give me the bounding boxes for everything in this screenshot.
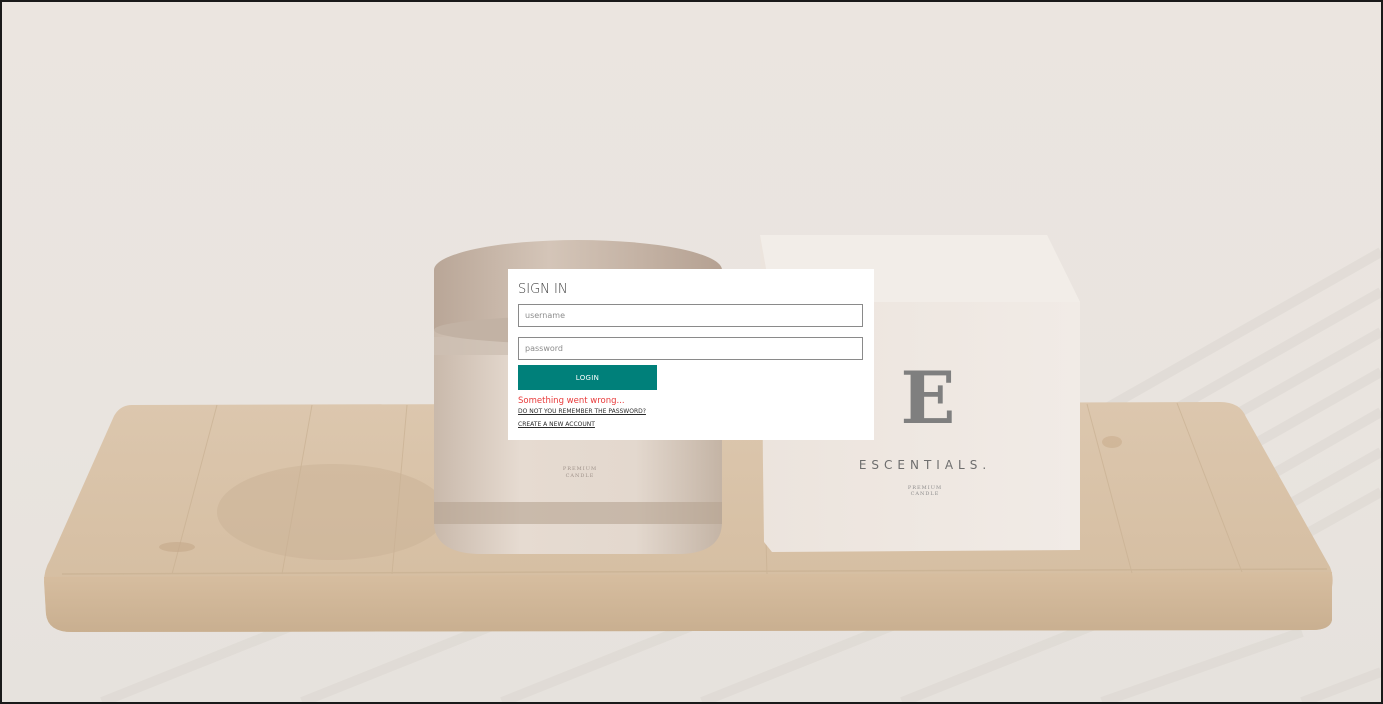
password-input[interactable] xyxy=(518,337,863,360)
box-caption: PREMIUM CANDLE xyxy=(907,485,943,497)
box-brand: ESCENTIALS. xyxy=(858,458,992,472)
username-input[interactable] xyxy=(518,304,863,327)
page-frame: PREMIUM CANDLE E ESCENTIALS. PREMIUM CAN… xyxy=(0,0,1383,704)
login-button[interactable]: LOGIN xyxy=(518,365,657,390)
error-message: Something went wrong... xyxy=(518,396,625,406)
forgot-password-link[interactable]: DO NOT YOU REMEMBER THE PASSWORD? xyxy=(518,408,864,416)
jar-caption-line1: PREMIUM xyxy=(563,466,597,472)
signin-title: SIGN IN xyxy=(518,282,568,297)
jar-caption-line2: CANDLE xyxy=(566,473,595,479)
create-account-link[interactable]: CREATE A NEW ACCOUNT xyxy=(518,421,864,429)
box-monogram: E xyxy=(900,355,956,440)
signin-card: SIGN IN LOGIN Something went wrong... DO… xyxy=(508,269,874,440)
